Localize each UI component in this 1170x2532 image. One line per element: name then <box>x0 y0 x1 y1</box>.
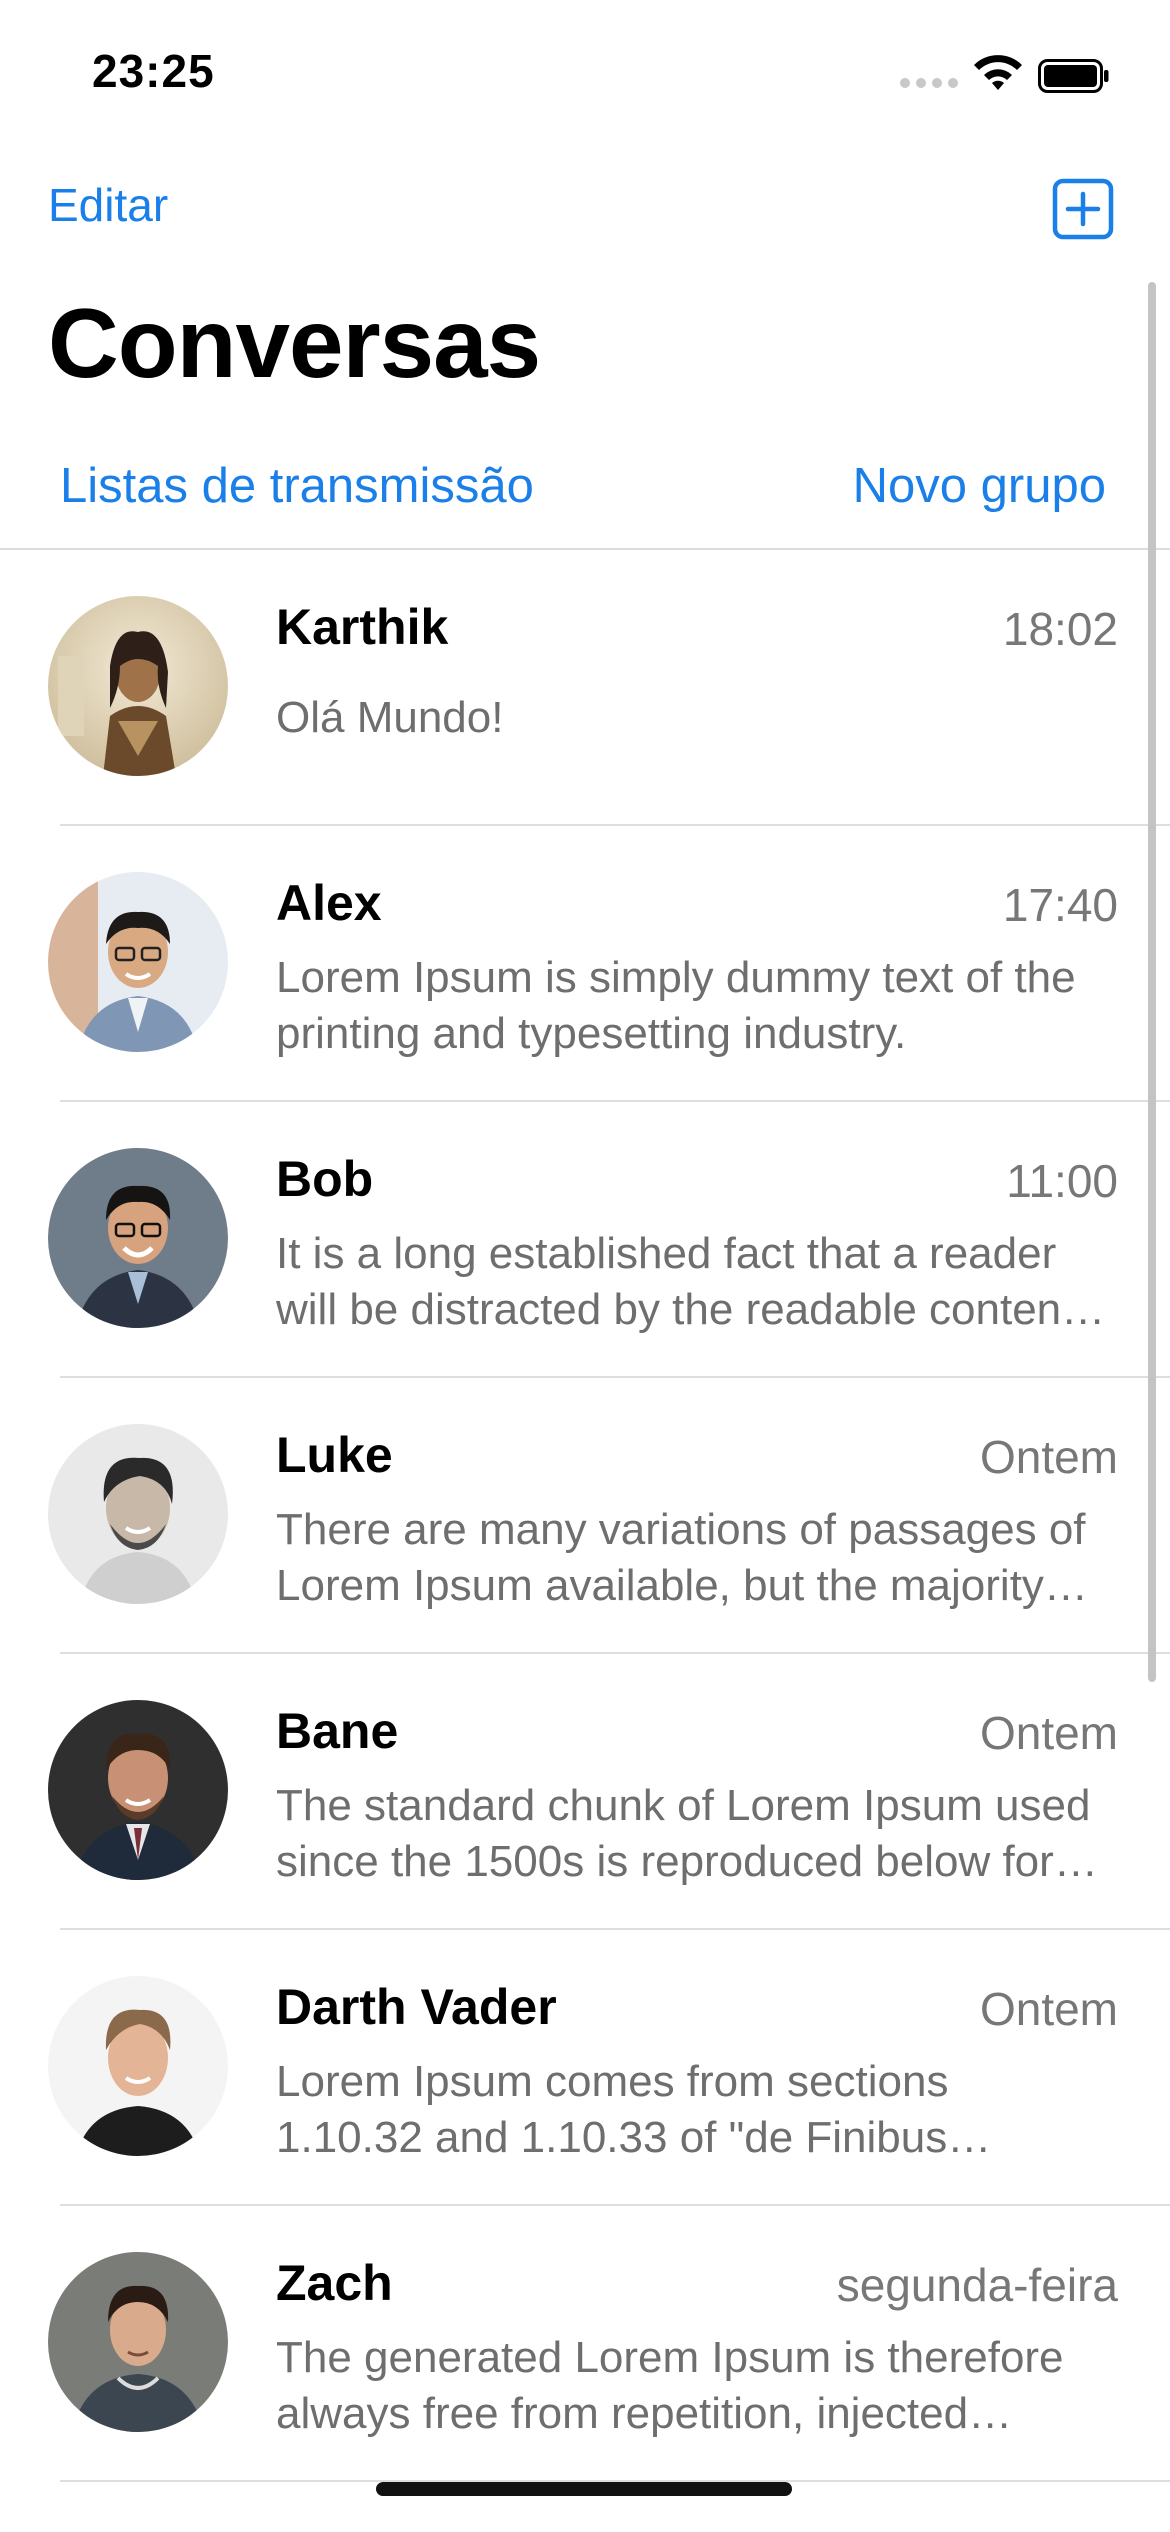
chat-row-zach[interactable]: Zach segunda-feira The generated Lorem I… <box>0 2206 1170 2482</box>
contact-name: Alex <box>276 875 382 931</box>
avatar <box>48 872 228 1052</box>
battery-icon <box>1038 59 1109 93</box>
contact-name: Karthik <box>276 599 449 655</box>
new-group-link[interactable]: Novo grupo <box>853 458 1106 514</box>
status-time: 23:25 <box>92 45 215 97</box>
page-title: Conversas <box>48 288 541 398</box>
message-preview: Lorem Ipsum is simply dummy text of the … <box>276 953 1076 1058</box>
avatar <box>48 1700 228 1880</box>
chat-row-alex[interactable]: Alex 17:40 Lorem Ipsum is simply dummy t… <box>0 826 1170 1102</box>
cellular-signal-icon <box>900 78 958 88</box>
message-time: Ontem <box>979 1707 1118 1759</box>
wifi-icon <box>974 55 1022 90</box>
new-chat-button[interactable] <box>1052 178 1114 240</box>
message-time: Ontem <box>979 1983 1118 2035</box>
message-time: segunda-feira <box>836 2259 1118 2311</box>
square-plus-icon <box>1052 178 1114 240</box>
message-preview: Lorem Ipsum comes from sections 1.10.32 … <box>276 2057 949 2162</box>
avatar <box>48 1148 228 1328</box>
chat-row-bob[interactable]: Bob 11:00 It is a long established fact … <box>0 1102 1170 1378</box>
edit-button[interactable]: Editar <box>48 178 168 232</box>
broadcast-lists-link[interactable]: Listas de transmissão <box>60 458 534 514</box>
chat-row-darth-vader[interactable]: Darth Vader Ontem Lorem Ipsum comes from… <box>0 1930 1170 2206</box>
scrollbar[interactable] <box>1148 282 1156 1682</box>
message-preview: The standard chunk of Lorem Ipsum used s… <box>276 1781 1091 1886</box>
message-preview: The generated Lorem Ipsum is therefore a… <box>276 2333 1064 2438</box>
message-preview: There are many variations of passages of… <box>276 1505 1086 1610</box>
avatar <box>48 1976 228 2156</box>
message-time: Ontem <box>979 1431 1118 1483</box>
avatar <box>48 2252 228 2432</box>
message-time: 11:00 <box>1006 1155 1118 1207</box>
home-indicator[interactable] <box>376 2482 792 2496</box>
chat-list: Karthik 18:02 Olá Mundo! Alex 17:40 Lore… <box>0 550 1170 2482</box>
contact-name: Luke <box>276 1427 393 1483</box>
contact-name: Darth Vader <box>276 1979 557 2035</box>
message-time: 17:40 <box>1002 879 1118 931</box>
message-time: 18:02 <box>1002 603 1118 655</box>
contact-name: Bob <box>276 1151 374 1207</box>
contact-name: Bane <box>276 1703 399 1759</box>
chat-row-bane[interactable]: Bane Ontem The standard chunk of Lorem I… <box>0 1654 1170 1930</box>
chat-row-luke[interactable]: Luke Ontem There are many variations of … <box>0 1378 1170 1654</box>
avatar <box>48 1424 228 1604</box>
avatar <box>48 596 228 776</box>
message-preview: Olá Mundo! <box>276 693 504 742</box>
contact-name: Zach <box>276 2255 393 2311</box>
status-bar: 23:25 <box>0 0 1170 150</box>
chat-row-karthik[interactable]: Karthik 18:02 Olá Mundo! <box>0 550 1170 826</box>
message-preview: It is a long established fact that a rea… <box>276 1229 1074 1334</box>
